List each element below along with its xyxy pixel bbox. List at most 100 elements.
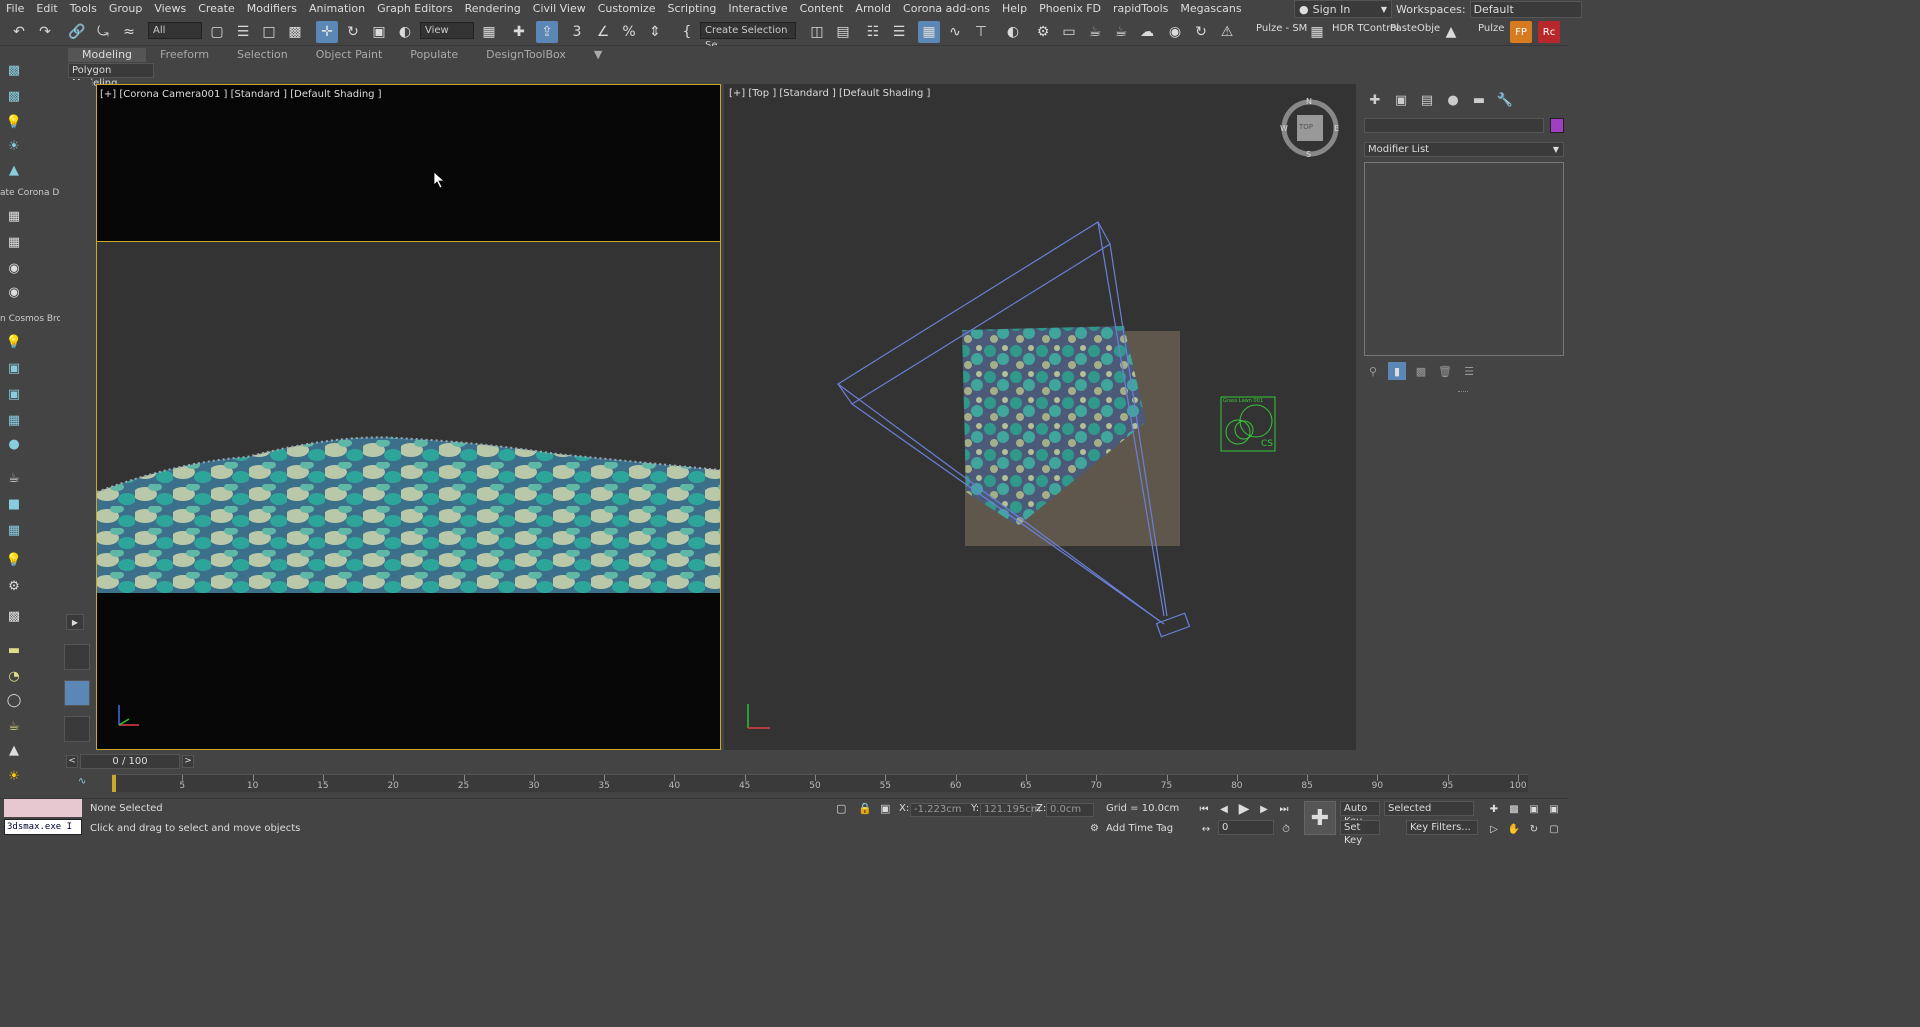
scene-explorer-icon[interactable]: ☷: [862, 21, 884, 43]
set-key-button[interactable]: Set Key: [1340, 820, 1380, 846]
select-object-icon[interactable]: ▢: [206, 21, 228, 43]
curve-editor-icon[interactable]: ∿: [944, 21, 966, 43]
camera-icon[interactable]: ▩: [4, 606, 24, 626]
vfb-icon[interactable]: ▦: [4, 520, 24, 540]
percent-snap-icon[interactable]: %: [618, 21, 640, 43]
configure-modifier-sets-icon[interactable]: ☰: [1460, 362, 1478, 380]
teapot-object-icon[interactable]: ☕: [4, 716, 24, 736]
keyboard-shortcut-toggle-icon[interactable]: ⇪: [536, 21, 558, 43]
pin-stack-icon[interactable]: ⚲: [1364, 362, 1382, 380]
link-icon[interactable]: 🔗: [66, 21, 88, 43]
selection-filter-dropdown[interactable]: All: [148, 22, 202, 39]
menu-modifiers[interactable]: Modifiers: [241, 0, 303, 18]
top-viewport[interactable]: [+] [Top ] [Standard ] [Default Shading …: [724, 84, 1356, 750]
sun-icon[interactable]: ☀: [4, 766, 24, 786]
display-tab-icon[interactable]: ▬: [1468, 90, 1490, 110]
lock-selection-icon[interactable]: 🔒: [858, 802, 872, 815]
fp-icon[interactable]: FP: [1510, 21, 1532, 43]
key-selection-dropdown[interactable]: Selected: [1384, 801, 1474, 816]
dome-icon[interactable]: ●: [4, 434, 24, 454]
next-frame-button[interactable]: >: [182, 755, 194, 768]
expand-layout-icon[interactable]: ▶: [66, 614, 84, 630]
play-icon[interactable]: ▶: [1236, 801, 1252, 817]
set-keys-icon[interactable]: ✚: [1304, 801, 1336, 835]
show-end-result-icon[interactable]: ▮: [1388, 362, 1406, 380]
material-editor-icon[interactable]: ◐: [1002, 21, 1024, 43]
teapot-icon[interactable]: ☕: [4, 468, 24, 488]
menu-arnold[interactable]: Arnold: [849, 0, 897, 18]
frame-buffer-icon[interactable]: ▣: [4, 358, 24, 378]
rotate-icon[interactable]: ↻: [342, 21, 364, 43]
render-iterative-icon[interactable]: ☕: [1110, 21, 1132, 43]
sign-in-dropdown[interactable]: ● Sign In ▼: [1294, 0, 1392, 18]
object-name-field[interactable]: [1364, 118, 1544, 133]
isolate-selection-icon[interactable]: ▢: [836, 802, 846, 815]
forest-pack-icon[interactable]: ▲: [1440, 21, 1462, 43]
settings-icon[interactable]: ⚙: [4, 576, 24, 596]
scale-icon[interactable]: ▣: [368, 21, 390, 43]
edit-named-selection-icon[interactable]: {: [676, 21, 698, 43]
menu-content[interactable]: Content: [794, 0, 850, 18]
light-icon[interactable]: 💡: [4, 332, 24, 352]
spinner-snap-icon[interactable]: ⇕: [644, 21, 666, 43]
tab-modeling[interactable]: Modeling: [68, 48, 147, 62]
modifier-stack[interactable]: [1364, 162, 1564, 356]
hdr-tcontrol-icon[interactable]: ▦: [1306, 21, 1328, 43]
workspace-dropdown[interactable]: Default: [1469, 0, 1582, 18]
menu-scripting[interactable]: Scripting: [661, 0, 722, 18]
menu-graph-editors[interactable]: Graph Editors: [371, 0, 459, 18]
maximize-viewport-icon[interactable]: ▢: [1546, 821, 1562, 837]
corona-light-icon[interactable]: 💡: [4, 112, 24, 132]
create-tab-icon[interactable]: ✚: [1364, 90, 1386, 110]
menu-animation[interactable]: Animation: [303, 0, 371, 18]
zoom-extents-icon[interactable]: ▣: [1526, 801, 1542, 817]
camera-viewport[interactable]: [+] [Corona Camera001 ] [Standard ] [Def…: [96, 84, 721, 750]
menu-megascans[interactable]: Megascans: [1174, 0, 1247, 18]
render-setup-icon[interactable]: ⚙: [1032, 21, 1054, 43]
menu-phoenix-fd[interactable]: Phoenix FD: [1033, 0, 1107, 18]
corona-render-icon[interactable]: ◉: [1164, 21, 1186, 43]
current-frame-marker[interactable]: [112, 775, 116, 792]
modifier-list-dropdown[interactable]: Modifier List ▼: [1364, 142, 1564, 157]
hdr-tcontrol-label[interactable]: HDR TControl: [1332, 23, 1399, 34]
z-coordinate-field[interactable]: 0.0cm: [1046, 803, 1094, 817]
window-crossing-icon[interactable]: ▩: [284, 21, 306, 43]
maxscript-listener[interactable]: [4, 799, 82, 817]
layer-explorer-icon[interactable]: ☰: [888, 21, 910, 43]
make-unique-icon[interactable]: ▩: [1412, 362, 1430, 380]
hierarchy-tab-icon[interactable]: ▤: [1416, 90, 1438, 110]
previous-frame-icon[interactable]: ◀: [1216, 801, 1232, 817]
menu-civil-view[interactable]: Civil View: [527, 0, 592, 18]
cone-icon[interactable]: ▲: [4, 740, 24, 760]
plane-icon[interactable]: ▬: [4, 640, 24, 660]
corona-map-icon[interactable]: ▦: [4, 232, 24, 252]
next-frame-icon[interactable]: ▶: [1256, 801, 1272, 817]
menu-create[interactable]: Create: [192, 0, 241, 18]
menu-tools[interactable]: Tools: [64, 0, 103, 18]
viewcube-top-label[interactable]: TOP: [1299, 123, 1313, 131]
rectangular-selection-icon[interactable]: □: [258, 21, 280, 43]
utilities-tab-icon[interactable]: 🔧: [1494, 90, 1516, 110]
menu-views[interactable]: Views: [148, 0, 192, 18]
motion-tab-icon[interactable]: ●: [1442, 90, 1464, 110]
ribbon-options-icon[interactable]: ▼: [580, 48, 616, 62]
camera-viewport-label[interactable]: [+] [Corona Camera001 ] [Standard ] [Def…: [100, 89, 382, 100]
rc-icon[interactable]: Rc: [1538, 21, 1560, 43]
named-selection-set-dropdown[interactable]: Create Selection Se: [700, 22, 796, 51]
zoom-icon[interactable]: ✚: [1486, 801, 1502, 817]
angle-snap-icon[interactable]: ∠: [592, 21, 614, 43]
zoom-all-icon[interactable]: ▩: [1506, 801, 1522, 817]
pan-icon[interactable]: ✋: [1506, 821, 1522, 837]
corona-interactive-icon[interactable]: ↻: [1190, 21, 1212, 43]
redo-icon[interactable]: ↷: [34, 21, 56, 43]
key-filters-button[interactable]: Key Filters...: [1406, 820, 1478, 835]
mini-curve-editor-icon[interactable]: ∿: [78, 776, 86, 787]
unlink-icon[interactable]: ⤿: [92, 21, 114, 43]
reference-coordinate-dropdown[interactable]: View: [420, 22, 474, 39]
corona-sun-icon[interactable]: ☀: [4, 136, 24, 156]
add-time-tag[interactable]: Add Time Tag: [1106, 823, 1173, 834]
move-icon[interactable]: ✛: [316, 21, 338, 43]
select-manipulate-icon[interactable]: ✚: [508, 21, 530, 43]
light-bulb-icon[interactable]: 💡: [4, 550, 24, 570]
pulze-label[interactable]: Pulze: [1478, 23, 1504, 34]
